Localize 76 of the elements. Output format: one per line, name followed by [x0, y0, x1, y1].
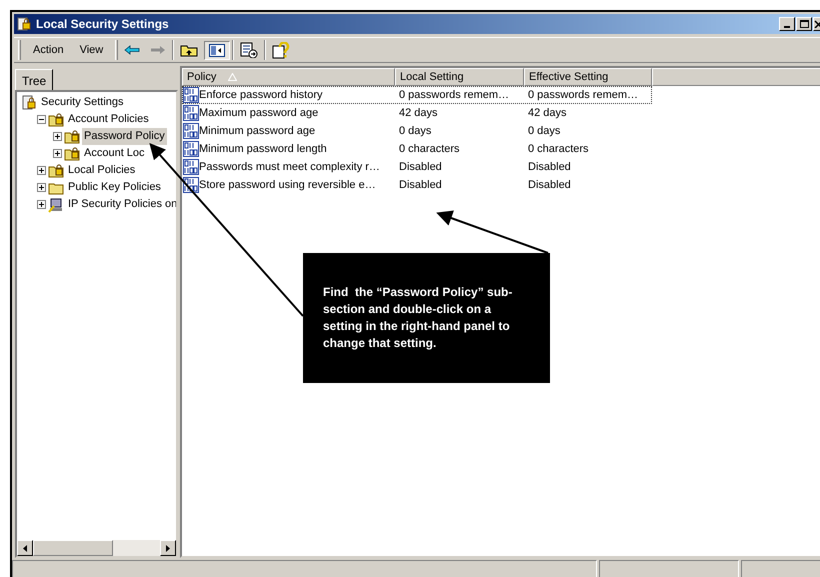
help-icon [272, 42, 290, 58]
right-arrow-icon [150, 45, 166, 55]
horizontal-scrollbar[interactable] [17, 540, 176, 556]
table-cell-text: Minimum password age [199, 124, 316, 139]
table-cell: Disabled [528, 160, 571, 173]
left-triangle-icon [23, 544, 27, 552]
table-cell-text: Maximum password age [199, 106, 318, 121]
expand-icon[interactable] [53, 132, 62, 141]
export-list-icon [240, 42, 258, 58]
left-arrow-icon [124, 45, 140, 55]
table-cell: 42 days [528, 106, 567, 119]
policy-row[interactable]: Maximum password age 42 days 42 days [182, 104, 652, 122]
collapse-icon[interactable] [37, 115, 46, 124]
table-cell: 0 characters [399, 142, 460, 155]
expand-icon[interactable] [37, 166, 46, 175]
tree-item[interactable]: Account Policies [66, 111, 151, 128]
lock-document-icon [21, 94, 37, 110]
minimize-button[interactable] [779, 17, 795, 31]
column-header[interactable]: Local Setting [395, 68, 524, 86]
tree-tab[interactable]: Tree [15, 69, 54, 91]
policy-row[interactable]: Passwords must meet complexity r… Disabled Disabled [182, 158, 652, 176]
maximize-button[interactable] [796, 17, 812, 31]
table-cell-text: Store password using reversible e… [199, 178, 376, 193]
tree-item[interactable]: Account Loc [82, 145, 147, 162]
policy-row[interactable]: Minimum password age 0 days 0 days [182, 122, 652, 140]
table-cell-text: Enforce password history [199, 88, 322, 103]
binary-setting-icon [183, 141, 199, 157]
expand-icon[interactable] [37, 200, 46, 209]
binary-setting-icon [183, 123, 199, 139]
scroll-thumb[interactable] [33, 540, 113, 556]
binary-setting-icon [183, 105, 199, 121]
expand-icon[interactable] [37, 183, 46, 192]
policy-row[interactable]: Minimum password length 0 characters 0 characters [182, 140, 652, 158]
binary-setting-icon [183, 87, 199, 103]
folder-up-icon [180, 43, 198, 57]
table-cell: Disabled [399, 178, 442, 191]
tree-item[interactable]: Password Policy [82, 128, 167, 145]
table-cell: 0 characters [528, 142, 589, 155]
locked-folder-icon [48, 112, 64, 128]
table-cell: Disabled [528, 178, 571, 191]
computer-icon [48, 196, 64, 212]
sort-ascending-icon [228, 73, 238, 81]
close-button[interactable] [813, 17, 820, 31]
callout-text: Find the “Password Policy” sub-section and double-click on a setting in the right-hand panel to change that setting. [323, 284, 514, 352]
menu-item[interactable]: Action [27, 42, 70, 58]
pane-icon [209, 44, 226, 56]
policy-row[interactable]: Enforce password history 0 passwords remem… 0 passwords remem… [182, 86, 652, 104]
right-triangle-icon [166, 544, 170, 552]
column-header[interactable]: Policy [182, 68, 395, 86]
table-cell: 0 days [399, 124, 432, 137]
table-cell: 42 days [399, 106, 438, 119]
locked-folder-icon [48, 162, 64, 178]
close-icon [814, 20, 820, 28]
locked-folder-icon [64, 146, 80, 162]
menu-item[interactable]: View [74, 42, 110, 58]
minimize-icon [784, 26, 790, 28]
column-header[interactable]: Effective Setting [524, 68, 652, 86]
binary-setting-icon [183, 159, 199, 175]
table-cell: 0 passwords remem… [399, 88, 510, 101]
scroll-left-button[interactable] [17, 540, 33, 556]
table-cell-text: Passwords must meet complexity r… [199, 160, 380, 175]
policy-row[interactable]: Store password using reversible e… Disabled Disabled [182, 176, 652, 194]
tree-toggle-button[interactable] [204, 40, 230, 60]
table-cell-text: Minimum password length [199, 142, 327, 157]
tree-item[interactable]: Public Key Policies [66, 179, 163, 196]
lock-document-icon [16, 16, 32, 32]
locked-folder-icon [64, 128, 80, 144]
window-title: Local Security Settings [36, 16, 170, 33]
maximize-icon [800, 20, 808, 28]
expand-icon[interactable] [53, 149, 62, 158]
tree-item[interactable]: Security Settings [39, 94, 126, 111]
scroll-right-button[interactable] [160, 540, 176, 556]
table-cell: 0 passwords remem… [528, 88, 638, 101]
table-cell: Disabled [399, 160, 442, 173]
tree-item[interactable]: Local Policies [66, 162, 138, 179]
table-cell: 0 days [528, 124, 560, 137]
